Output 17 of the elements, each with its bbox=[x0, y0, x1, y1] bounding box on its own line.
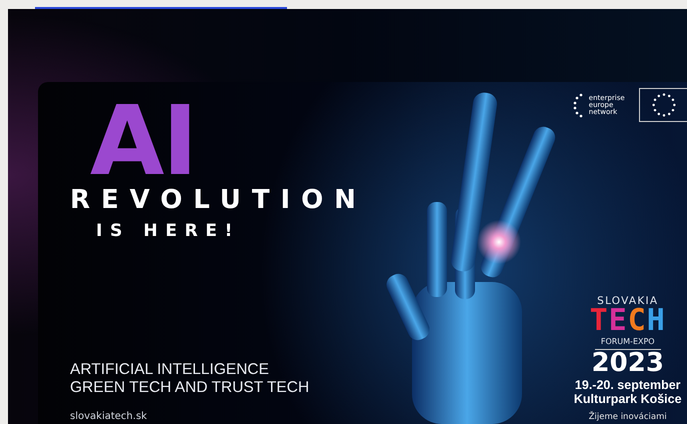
logo-letter: C bbox=[628, 306, 647, 336]
logo-letter: T bbox=[590, 306, 609, 336]
graffiti-headline: AI bbox=[90, 100, 196, 183]
logo-letter: H bbox=[646, 306, 666, 336]
topic-line: ARTIFICIAL INTELLIGENCE bbox=[70, 361, 270, 380]
eu-flag-icon bbox=[638, 88, 687, 122]
event-slogan: Žijeme inováciami bbox=[588, 411, 667, 424]
event-dates: 19.-20. september bbox=[574, 378, 681, 392]
event-year: 2023 bbox=[592, 350, 664, 378]
event-venue: Kulturpark Košice bbox=[574, 392, 682, 406]
logo-letter: E bbox=[608, 306, 628, 336]
event-subtitle: FORUM-EXPO bbox=[594, 336, 661, 350]
event-country: SLOVAKIA bbox=[597, 296, 658, 306]
headline: REVOLUTION bbox=[70, 186, 367, 213]
website-link[interactable]: slovakiatech.sk bbox=[70, 409, 367, 424]
subheadline: IS HERE! bbox=[96, 222, 241, 240]
topic-line: GREEN TECH AND TRUST TECH bbox=[70, 379, 310, 397]
